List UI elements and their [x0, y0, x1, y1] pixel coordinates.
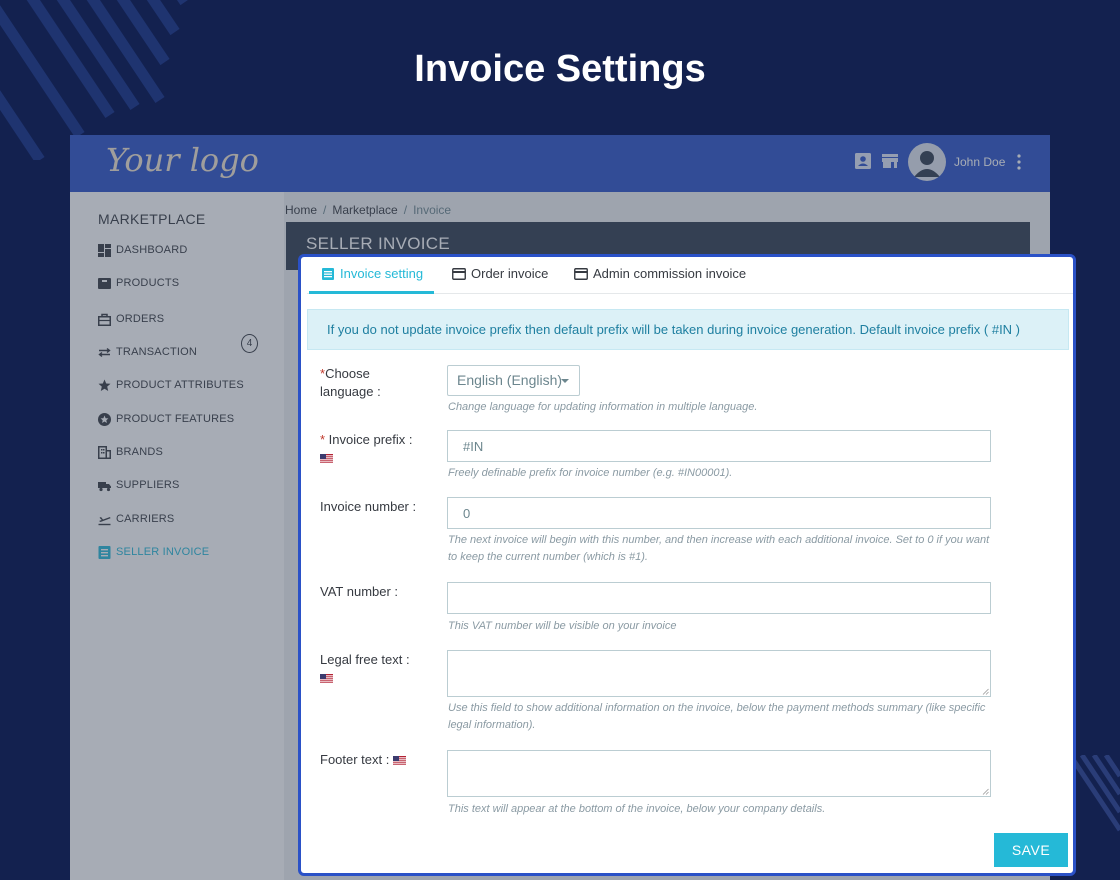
footer-text-help-text: This text will appear at the bottom of t…	[448, 803, 826, 815]
legal-free-text-help-text: Use this field to show additional inform…	[448, 702, 986, 731]
list-icon	[322, 268, 334, 280]
label-text: language :	[320, 384, 381, 399]
tab-label: Invoice setting	[340, 266, 424, 281]
footer-text-textarea[interactable]	[447, 750, 991, 797]
tab-label: Order invoice	[471, 266, 549, 281]
vat-number-label: VAT number :	[320, 584, 399, 599]
label-text: Footer text :	[320, 752, 390, 767]
resize-handle-icon[interactable]	[982, 688, 989, 695]
card-icon	[574, 268, 588, 280]
resize-handle-icon[interactable]	[982, 788, 989, 795]
label-text: Choose	[325, 366, 370, 381]
vat-number-help-text: This VAT number will be visible on your …	[448, 620, 677, 632]
invoice-prefix-input[interactable]: #IN	[447, 430, 991, 462]
invoice-prefix-label: * Invoice prefix :	[320, 431, 413, 467]
label-text: Legal free text :	[320, 652, 410, 667]
chevron-down-icon	[561, 379, 569, 383]
legal-free-text-textarea[interactable]	[447, 650, 991, 697]
us-flag-icon	[320, 674, 333, 684]
decorative-stripes-bottom	[1070, 755, 1120, 832]
footer-text-label: Footer text :	[320, 751, 406, 769]
us-flag-icon	[393, 756, 406, 766]
label-text: Invoice prefix :	[325, 432, 413, 447]
invoice-settings-card: Invoice setting Order invoice Admin comm…	[298, 254, 1076, 876]
choose-language-label: *Choose language :	[320, 365, 381, 401]
tab-label: Admin commission invoice	[593, 266, 747, 281]
invoice-number-help-text: The next invoice will begin with this nu…	[448, 534, 990, 563]
tab-bar: Invoice setting Order invoice Admin comm…	[307, 257, 1073, 294]
invoice-prefix-help-text: Freely definable prefix for invoice numb…	[448, 467, 733, 479]
card-icon	[452, 268, 466, 280]
vat-number-input[interactable]	[447, 582, 991, 614]
language-select[interactable]: English (English)	[447, 365, 580, 396]
us-flag-icon	[320, 454, 333, 464]
info-alert: If you do not update invoice prefix then…	[307, 309, 1069, 350]
legal-free-text-label: Legal free text :	[320, 651, 410, 687]
tab-admin-commission-invoice[interactable]: Admin commission invoice	[574, 266, 746, 294]
tab-invoice-setting[interactable]: Invoice setting	[309, 266, 435, 294]
invoice-number-input[interactable]: 0	[447, 497, 991, 529]
language-select-value: English (English)	[457, 372, 563, 388]
language-help-text: Change language for updating information…	[448, 401, 758, 413]
tab-order-invoice[interactable]: Order invoice	[452, 266, 548, 294]
invoice-number-label: Invoice number :	[320, 499, 417, 514]
page-title: Invoice Settings	[414, 48, 706, 90]
save-button[interactable]: SAVE	[994, 833, 1068, 867]
